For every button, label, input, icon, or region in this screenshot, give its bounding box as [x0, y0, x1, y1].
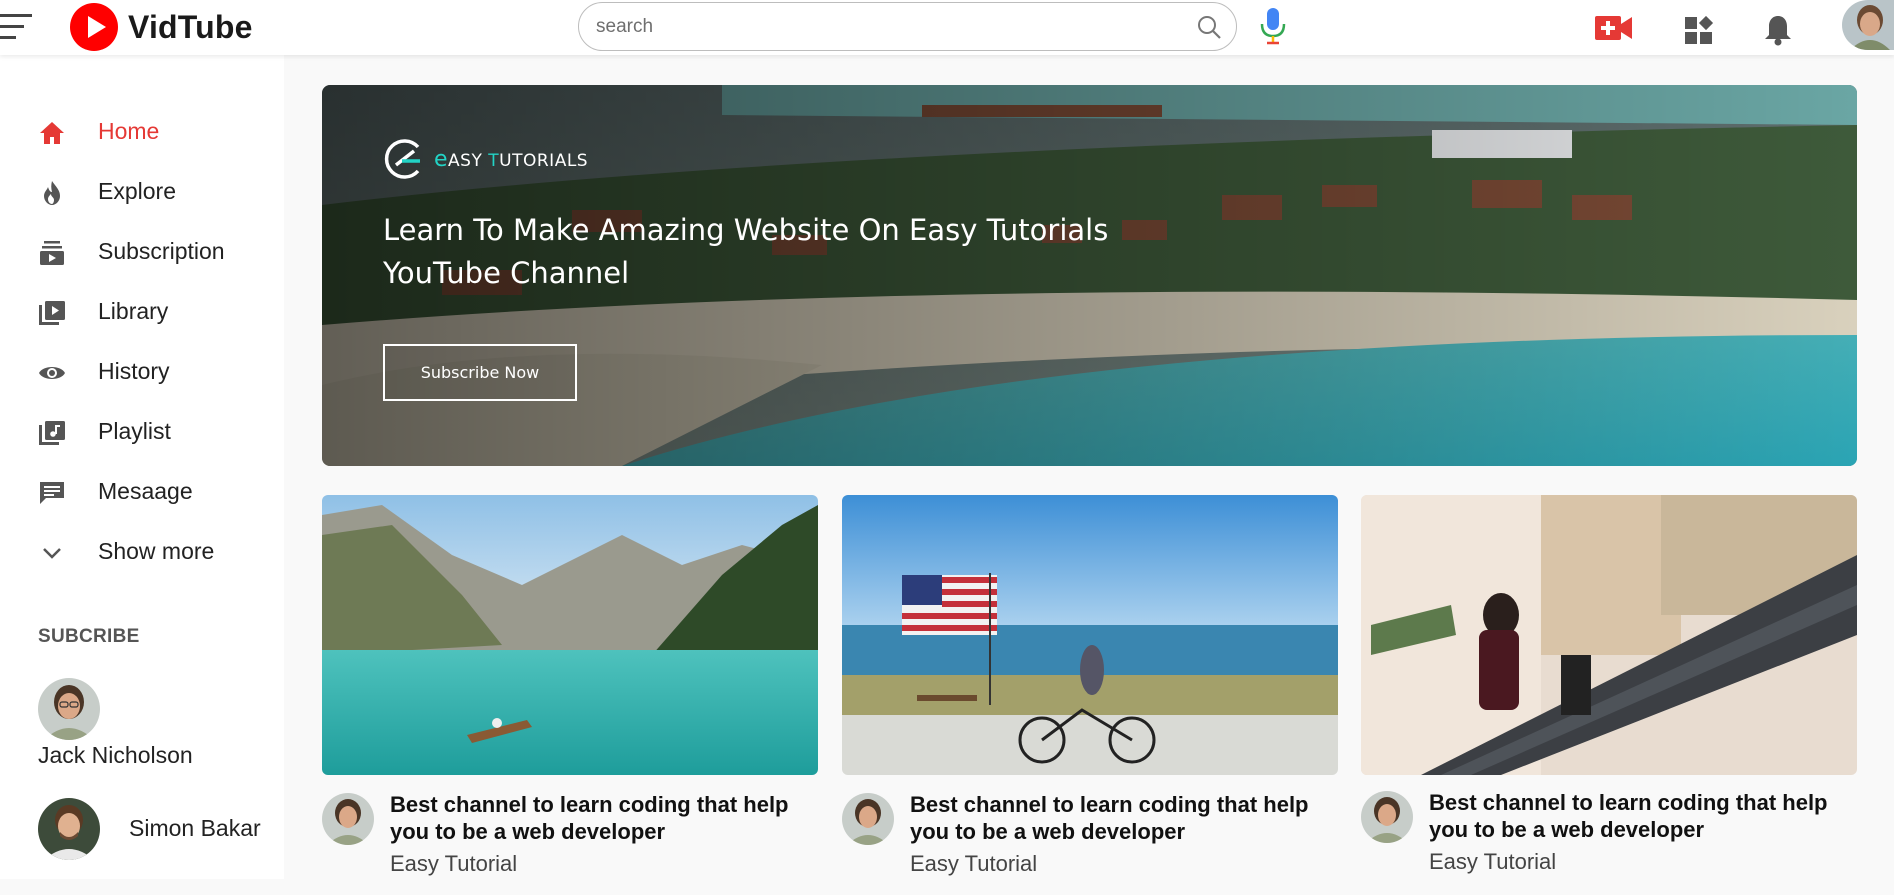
channel-name[interactable]: Easy Tutorial [1429, 849, 1556, 875]
sidebar-item-show-more[interactable]: Show more [0, 528, 284, 574]
video-card[interactable]: Best channel to learn coding that help y… [322, 495, 818, 895]
message-icon [40, 482, 64, 504]
flame-icon [44, 181, 60, 205]
subscription-avatar-jack-nicholson[interactable] [38, 678, 100, 740]
sidebar-item-label: Explore [98, 177, 176, 204]
sidebar-item-subscription[interactable]: Subscription [0, 228, 284, 274]
brand-text: eASY TUTORIALS [434, 146, 589, 172]
easy-tutorials-brand: eASY TUTORIALS [382, 137, 588, 181]
video-card[interactable]: Best channel to learn coding that help y… [1361, 495, 1857, 895]
apps-grid-icon[interactable] [1684, 16, 1714, 46]
video-title[interactable]: Best channel to learn coding that help y… [390, 791, 820, 845]
sidebar-item-label: Home [98, 117, 160, 144]
app-logo[interactable]: VidTube [70, 2, 253, 52]
sidebar-item-explore[interactable]: Explore [0, 168, 284, 214]
subscription-name[interactable]: Jack Nicholson [38, 742, 193, 769]
sidebar-item-label: Playlist [98, 417, 171, 444]
search-icon[interactable] [1196, 14, 1222, 40]
video-title[interactable]: Best channel to learn coding that help y… [1429, 789, 1859, 843]
bell-icon[interactable] [1764, 14, 1792, 46]
library-icon [39, 301, 65, 325]
channel-avatar[interactable] [1361, 791, 1413, 843]
sidebar-item-playlist[interactable]: Playlist [0, 408, 284, 454]
video-thumbnail-beach-flag[interactable] [842, 495, 1338, 775]
app-name: VidTube [128, 8, 253, 45]
user-avatar[interactable] [1842, 0, 1894, 50]
subscription-name[interactable]: Simon Bakar [129, 815, 261, 842]
channel-avatar[interactable] [322, 793, 374, 845]
sidebar-item-label: Mesaage [98, 477, 193, 504]
chevron-down-icon [43, 548, 61, 559]
video-title[interactable]: Best channel to learn coding that help y… [910, 791, 1340, 845]
hero-banner: eASY TUTORIALS Learn To Make Amazing Web… [322, 85, 1857, 466]
sidebar-item-label: Library [98, 297, 169, 324]
banner-title: Learn To Make Amazing Website On Easy Tu… [383, 213, 1109, 290]
search-bar [578, 2, 1237, 51]
subscribe-heading: SUBCRIBE [38, 626, 140, 647]
sidebar-item-library[interactable]: Library [0, 288, 284, 334]
sidebar-item-home[interactable]: Home [0, 108, 284, 154]
sidebar: Home Explore Subscription Library Histor… [0, 55, 284, 879]
video-camera-icon[interactable] [1595, 14, 1633, 42]
channel-avatar[interactable] [842, 793, 894, 845]
subscription-icon [40, 241, 64, 265]
video-thumbnail-mall-escalator[interactable] [1361, 495, 1857, 775]
sidebar-item-label: Show more [98, 537, 215, 564]
mic-icon[interactable] [1258, 6, 1288, 46]
eye-icon [39, 367, 65, 379]
sidebar-item-history[interactable]: History [0, 348, 284, 394]
playlist-icon [39, 421, 65, 445]
video-card[interactable]: Best channel to learn coding that help y… [842, 495, 1338, 895]
sidebar-item-message[interactable]: Mesaage [0, 468, 284, 514]
video-thumbnail-mountain-lake[interactable] [322, 495, 818, 775]
subscription-avatar-simon-bakar[interactable] [38, 798, 100, 860]
search-input[interactable] [596, 15, 1196, 38]
sidebar-item-label: History [98, 357, 170, 384]
sidebar-item-label: Subscription [98, 237, 225, 264]
channel-name[interactable]: Easy Tutorial [910, 851, 1037, 877]
channel-name[interactable]: Easy Tutorial [390, 851, 517, 877]
easy-tutorials-logo-icon [384, 139, 420, 179]
menu-icon[interactable] [0, 10, 36, 44]
play-logo-icon [70, 3, 118, 51]
top-bar: VidTube [0, 0, 1894, 55]
subscribe-now-button[interactable]: Subscribe Now [383, 344, 577, 401]
home-icon [40, 122, 64, 144]
